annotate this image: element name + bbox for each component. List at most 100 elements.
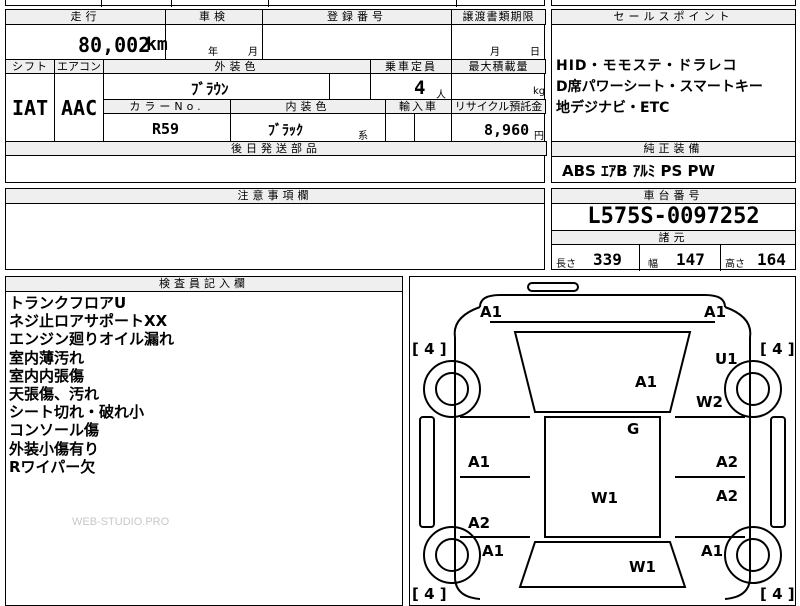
front-left-tire	[423, 360, 481, 418]
memo-line: 室内内張傷	[9, 366, 85, 385]
damage-mark: U1	[715, 350, 738, 368]
max-load-header: 最大積載量	[451, 59, 546, 74]
info-table: 走行 車検 登録番号 譲渡書類期限 80,002 km 年 月 月 日 シフト …	[5, 9, 547, 183]
memo-line: Rワイパー欠	[9, 457, 96, 476]
front-grille	[527, 282, 579, 292]
top-strip	[5, 0, 545, 7]
right-side-rail	[770, 416, 786, 528]
specs-length-label: 長さ	[556, 259, 576, 270]
interior-color-header: 内装色	[230, 99, 386, 114]
inspector-memo-lines: トランクフロアU ネジ止ロアサポートXX エンジン廻りオイル漏れ 室内薄汚れ 室…	[9, 294, 174, 476]
rear-left-tire-inner	[435, 538, 469, 572]
recycle-header: リサイクル預託金	[451, 99, 546, 114]
memo-line: 室内薄汚れ	[9, 348, 85, 367]
damage-mark: A1	[701, 542, 723, 560]
damage-mark: W1	[591, 489, 618, 507]
tire-label-front-right: [ 4 ]	[760, 340, 795, 358]
inspection-month-label: 月	[248, 47, 258, 58]
top-strip-right	[551, 0, 796, 6]
mileage-value: 80,002	[78, 33, 151, 57]
specs-width-label: 幅	[648, 259, 658, 270]
interior-color-suffix: 系	[358, 131, 368, 142]
genuine-equipment-value: ABS ｴｱB ｱﾙﾐ PS PW	[562, 162, 716, 180]
tire-label-rear-left: [ 4 ]	[412, 585, 447, 603]
damage-mark: A1	[635, 373, 657, 391]
specs-height: 164	[757, 250, 786, 269]
capacity-value: 4	[414, 77, 426, 99]
registration-header: 登録番号	[262, 9, 452, 25]
front-bumper	[479, 294, 726, 308]
specs-height-label: 高さ	[725, 259, 745, 270]
sales-point-line: D席パワーシート・スマートキー	[556, 79, 763, 95]
right-door-line	[675, 416, 745, 538]
front-right-tire	[724, 360, 782, 418]
recycle-value: 8,960	[484, 121, 530, 139]
windshield	[513, 331, 692, 413]
memo-line: コンソール傷	[9, 421, 100, 440]
inspection-year-label: 年	[208, 47, 218, 58]
genuine-equipment-box: 純正装備 ABS ｴｱB ｱﾙﾐ PS PW	[551, 141, 796, 183]
memo-line: トランクフロアU	[9, 294, 127, 312]
damage-mark: A1	[704, 303, 726, 321]
transfer-day-label: 日	[530, 47, 540, 58]
damage-mark: G	[627, 420, 639, 438]
car-diagram: [ 4 ] [ 4 ] [ 4 ] [ 4 ] A1 A1 U1 A1 W2 G…	[412, 282, 795, 603]
inspection-header: 車検	[165, 9, 263, 25]
car-diagram-box: [ 4 ] [ 4 ] [ 4 ] [ 4 ] A1 A1 U1 A1 W2 G…	[409, 276, 796, 606]
notes-header: 注意事項欄	[5, 188, 545, 204]
left-side-rail	[419, 416, 435, 528]
damage-mark: A1	[480, 303, 502, 321]
shift-value: IAT	[12, 96, 49, 120]
max-load-unit: kg	[533, 86, 546, 97]
rear-left-tire	[423, 526, 481, 584]
sales-point-line: 地デジナビ・ETC	[556, 100, 670, 116]
sales-points-box: セールスポイント HID・モモステ・ドラレコ D席パワーシート・スマートキー 地…	[551, 9, 796, 143]
damage-mark: A1	[482, 542, 504, 560]
later-parts-header: 後日発送部品	[5, 141, 547, 156]
front-left-tire-inner	[435, 372, 469, 406]
tire-label-rear-right: [ 4 ]	[760, 585, 795, 603]
inspector-memo-header: 検査員記入欄	[5, 276, 403, 292]
rear-right-tire	[724, 526, 782, 584]
sales-point-line: HID・モモステ・ドラレコ	[556, 58, 738, 74]
mileage-unit: km	[146, 34, 168, 55]
damage-mark: A2	[716, 453, 738, 471]
interior-color-value: ﾌﾞﾗｯｸ	[268, 123, 303, 139]
shift-header: シフト	[5, 59, 55, 74]
exterior-color-value: ﾌﾞﾗｳﾝ	[191, 80, 229, 98]
aircon-value: AAC	[61, 96, 98, 120]
color-no-header: カラーNo.	[103, 99, 231, 114]
damage-mark: A2	[716, 487, 738, 505]
memo-line: エンジン廻りオイル漏れ	[9, 330, 175, 349]
capacity-header: 乗車定員	[370, 59, 452, 74]
sales-points-header: セールスポイント	[551, 9, 796, 25]
specs-length: 339	[593, 250, 622, 269]
front-right-tire-inner	[736, 372, 770, 406]
memo-line: 外装小傷有り	[9, 439, 100, 458]
chassis-value: L575S-0097252	[587, 204, 760, 229]
watermark: WEB-STUDIO.PRO	[72, 516, 170, 528]
chassis-box: 車台番号 L575S-0097252	[551, 188, 796, 232]
transfer-deadline-header: 譲渡書類期限	[451, 9, 546, 25]
specs-width: 147	[676, 250, 705, 269]
exterior-color-header: 外装色	[103, 59, 371, 74]
genuine-equipment-header: 純正装備	[551, 141, 796, 157]
recycle-unit: 円	[534, 131, 544, 142]
roof	[544, 416, 661, 538]
specs-box: 諸元 長さ 339 幅 147 高さ 164	[551, 230, 796, 271]
mileage-header: 走行	[5, 9, 166, 25]
damage-mark: W2	[696, 393, 723, 411]
damage-mark: A1	[468, 453, 490, 471]
memo-line: シート切れ・破れ小	[9, 403, 145, 422]
notes-box: 注意事項欄	[5, 188, 545, 270]
tire-label-front-left: [ 4 ]	[412, 340, 447, 358]
memo-line: 天張傷、汚れ	[9, 385, 100, 404]
import-header: 輸入車	[385, 99, 452, 114]
rear-window	[518, 541, 687, 588]
aircon-header: エアコン	[54, 59, 104, 74]
memo-line: ネジ止ロアサポートXX	[9, 312, 168, 331]
chassis-header: 車台番号	[551, 188, 796, 204]
damage-mark: W1	[629, 558, 656, 576]
color-no-value: R59	[152, 120, 180, 138]
rear-right-tire-inner	[736, 538, 770, 572]
